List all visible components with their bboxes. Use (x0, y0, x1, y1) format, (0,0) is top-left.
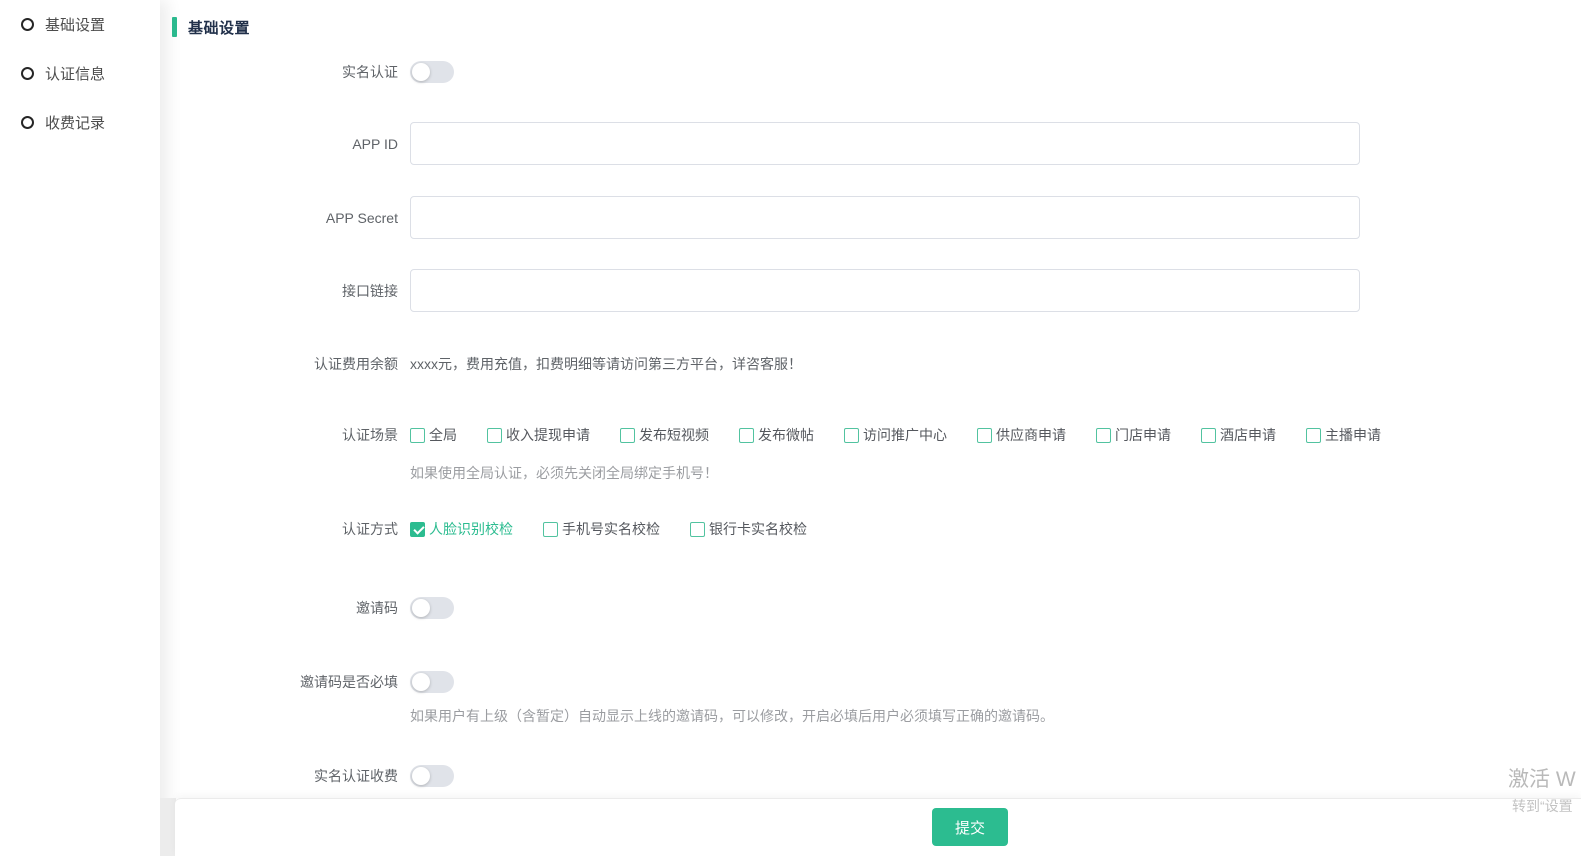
checkbox-box (977, 428, 992, 443)
form-row-real-name-auth: 实名认证 (172, 61, 1581, 83)
title-accent-bar (172, 17, 177, 37)
checkbox-box-checked (410, 522, 425, 537)
form-row-invite-code: 邀请码 (172, 597, 1581, 619)
app-id-input[interactable] (410, 122, 1360, 165)
field-label: 实名认证 (172, 61, 398, 83)
sidebar-item-label: 基础设置 (45, 14, 105, 35)
main-panel: 基础设置 实名认证 APP ID APP Secret 接口链接 (172, 0, 1581, 856)
checkbox-box (620, 428, 635, 443)
toggle-knob (412, 63, 430, 81)
form-row-auth-scenes: 认证场景 全局 收入提现申请 发布短视频 发布微帖 访问推广中心 供应商申请 门… (172, 424, 1581, 446)
sidebar-item-charge-records[interactable]: 收费记录 (0, 98, 160, 147)
checkbox-publish-micro-post[interactable]: 发布微帖 (739, 425, 814, 445)
footer-left-gap (160, 798, 176, 856)
form-row-api-link: 接口链接 (172, 269, 1581, 312)
auth-fee-balance-text: xxxx元，费用充值，扣费明细等请访问第三方平台，详咨客服！ (410, 354, 802, 374)
field-label: APP Secret (172, 207, 398, 229)
field-label: 实名认证收费 (172, 765, 398, 787)
form-row-invite-code-required: 邀请码是否必填 (172, 671, 1581, 693)
field-label: 认证费用余额 (172, 353, 398, 375)
form-row-auth-fee-balance: 认证费用余额 xxxx元，费用充值，扣费明细等请访问第三方平台，详咨客服！ (172, 353, 1581, 375)
real-name-auth-fee-toggle[interactable] (410, 765, 454, 787)
auth-scenes-helper-text: 如果使用全局认证，必须先关闭全局绑定手机号！ (410, 463, 1581, 483)
toggle-knob (412, 767, 430, 785)
checkbox-bank-card-real-name-check[interactable]: 银行卡实名校检 (690, 519, 807, 539)
checkbox-box (1096, 428, 1111, 443)
checkbox-box (690, 522, 705, 537)
field-label: 认证场景 (172, 424, 398, 446)
invite-code-toggle[interactable] (410, 597, 454, 619)
form-row-app-secret: APP Secret (172, 196, 1581, 239)
field-label: APP ID (172, 133, 398, 155)
checkbox-store-apply[interactable]: 门店申请 (1096, 425, 1171, 445)
field-label: 接口链接 (172, 280, 398, 302)
field-label: 邀请码 (172, 597, 398, 619)
checkbox-income-withdrawal-apply[interactable]: 收入提现申请 (487, 425, 590, 445)
checkbox-box (1201, 428, 1216, 443)
invite-code-required-toggle[interactable] (410, 671, 454, 693)
settings-form: 实名认证 APP ID APP Secret 接口链接 认证费用余额 (172, 42, 1581, 787)
invite-code-required-helper-text: 如果用户有上级（含暂定）自动显示上线的邀请码，可以修改，开启必填后用户必须填写正… (410, 706, 1581, 726)
checkbox-box (739, 428, 754, 443)
real-name-auth-toggle[interactable] (410, 61, 454, 83)
form-row-real-name-auth-fee: 实名认证收费 (172, 765, 1581, 787)
api-link-input[interactable] (410, 269, 1360, 312)
sidebar-item-label: 收费记录 (45, 112, 105, 133)
checkbox-hotel-apply[interactable]: 酒店申请 (1201, 425, 1276, 445)
checkbox-face-recognition-check[interactable]: 人脸识别校检 (410, 519, 513, 539)
auth-methods-checkbox-group: 人脸识别校检 手机号实名校检 银行卡实名校检 (410, 519, 807, 539)
sidebar-item-label: 认证信息 (45, 63, 105, 84)
checkbox-publish-short-video[interactable]: 发布短视频 (620, 425, 709, 445)
page-title: 基础设置 (188, 17, 250, 38)
form-row-auth-methods: 认证方式 人脸识别校检 手机号实名校检 银行卡实名校检 (172, 518, 1581, 540)
checkbox-box (1306, 428, 1321, 443)
toggle-knob (412, 673, 430, 691)
checkbox-box (543, 522, 558, 537)
sidebar-item-basic-settings[interactable]: 基础设置 (0, 0, 160, 49)
app-secret-input[interactable] (410, 196, 1360, 239)
circle-icon (21, 18, 34, 31)
toggle-knob (412, 599, 430, 617)
checkbox-global[interactable]: 全局 (410, 425, 457, 445)
circle-icon (21, 67, 34, 80)
field-label: 邀请码是否必填 (172, 671, 398, 693)
checkbox-phone-real-name-check[interactable]: 手机号实名校检 (543, 519, 660, 539)
checkbox-supplier-apply[interactable]: 供应商申请 (977, 425, 1066, 445)
submit-button[interactable]: 提交 (932, 808, 1008, 846)
checkbox-box (487, 428, 502, 443)
auth-scenes-checkbox-group: 全局 收入提现申请 发布短视频 发布微帖 访问推广中心 供应商申请 门店申请 酒… (410, 425, 1381, 445)
sidebar: 基础设置 认证信息 收费记录 (0, 0, 160, 856)
sidebar-item-auth-info[interactable]: 认证信息 (0, 49, 160, 98)
checkbox-visit-promotion-center[interactable]: 访问推广中心 (844, 425, 947, 445)
checkbox-anchor-apply[interactable]: 主播申请 (1306, 425, 1381, 445)
checkbox-box (410, 428, 425, 443)
footer-bar: 提交 (175, 798, 1581, 856)
circle-icon (21, 116, 34, 129)
field-label: 认证方式 (172, 518, 398, 540)
page-title-row: 基础设置 (172, 0, 1581, 42)
form-row-app-id: APP ID (172, 122, 1581, 165)
checkbox-box (844, 428, 859, 443)
